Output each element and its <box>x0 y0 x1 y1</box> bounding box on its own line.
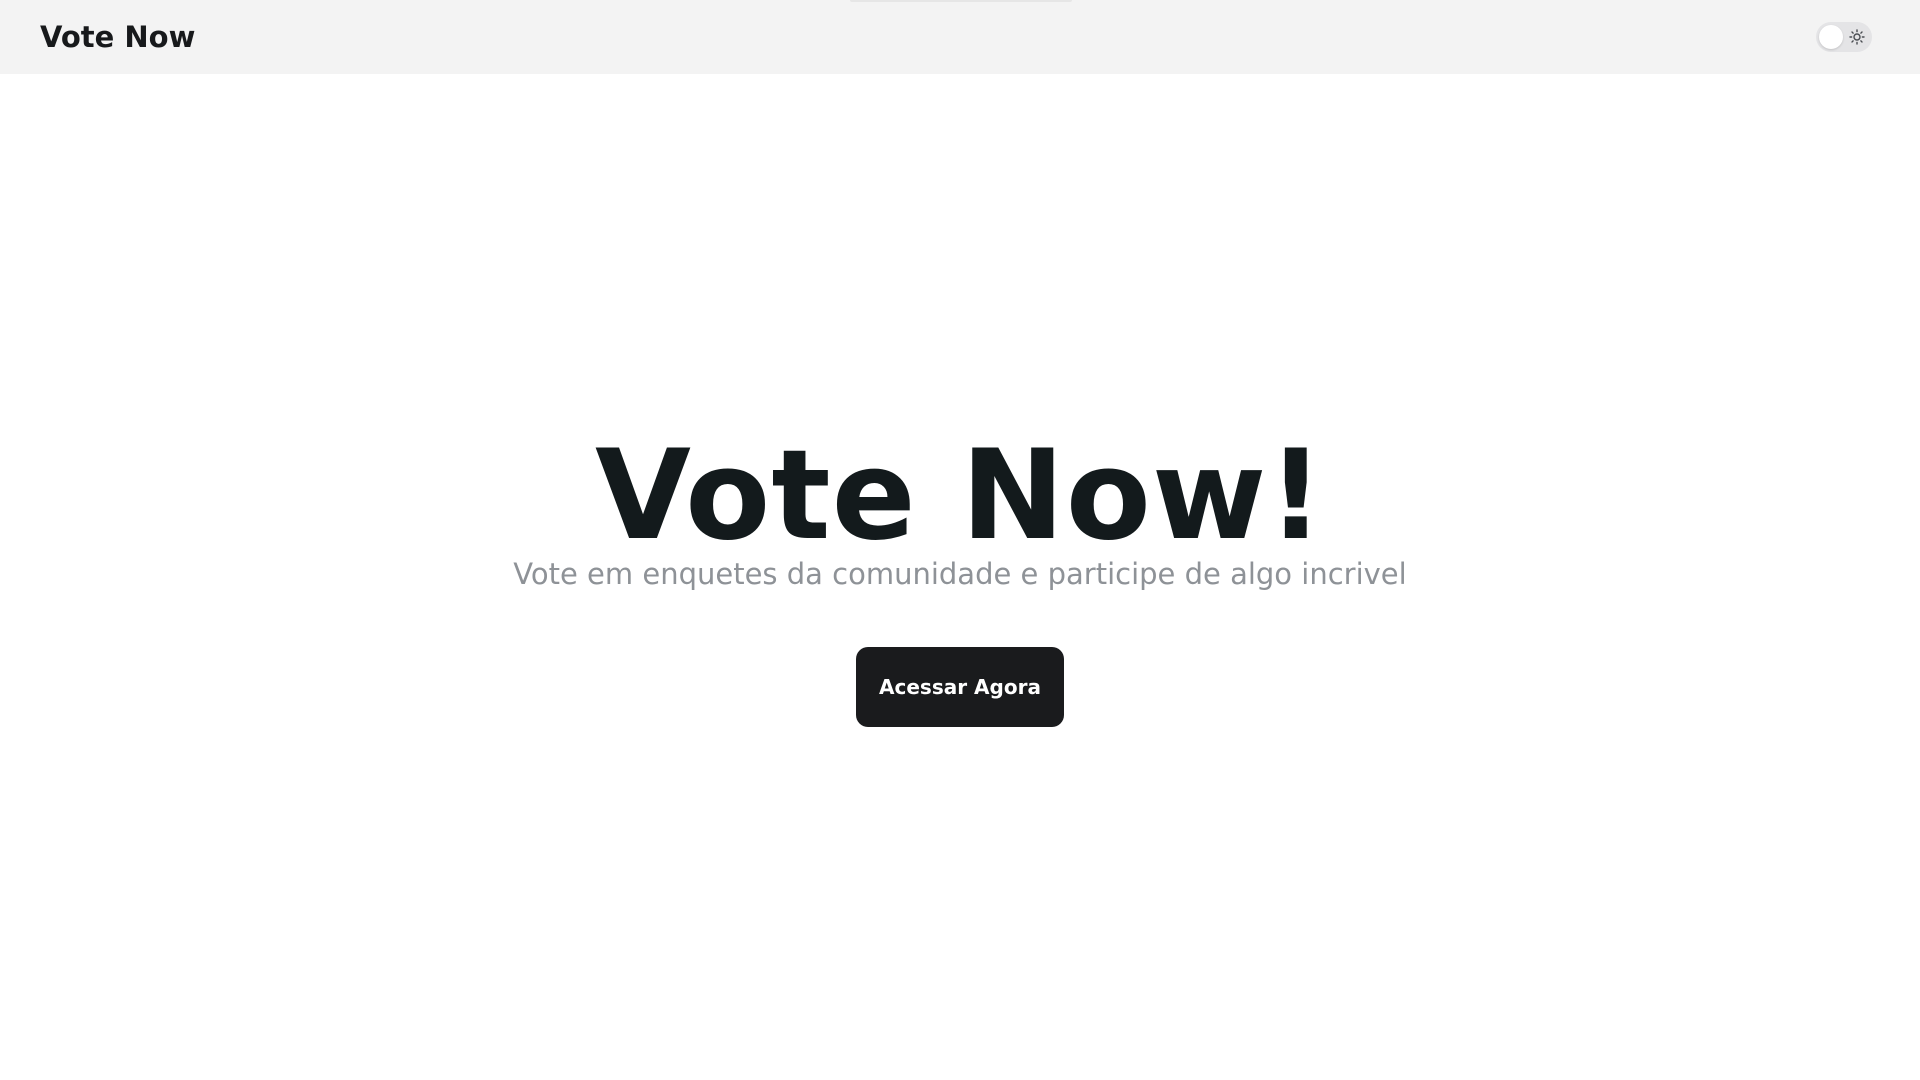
access-now-button[interactable]: Acessar Agora <box>856 647 1064 727</box>
hero-section: Vote Now! Vote em enquetes da comunidade… <box>0 0 1920 1080</box>
hero-subtitle: Vote em enquetes da comunidade e partici… <box>513 557 1407 591</box>
hero-title: Vote Now! <box>595 424 1325 568</box>
